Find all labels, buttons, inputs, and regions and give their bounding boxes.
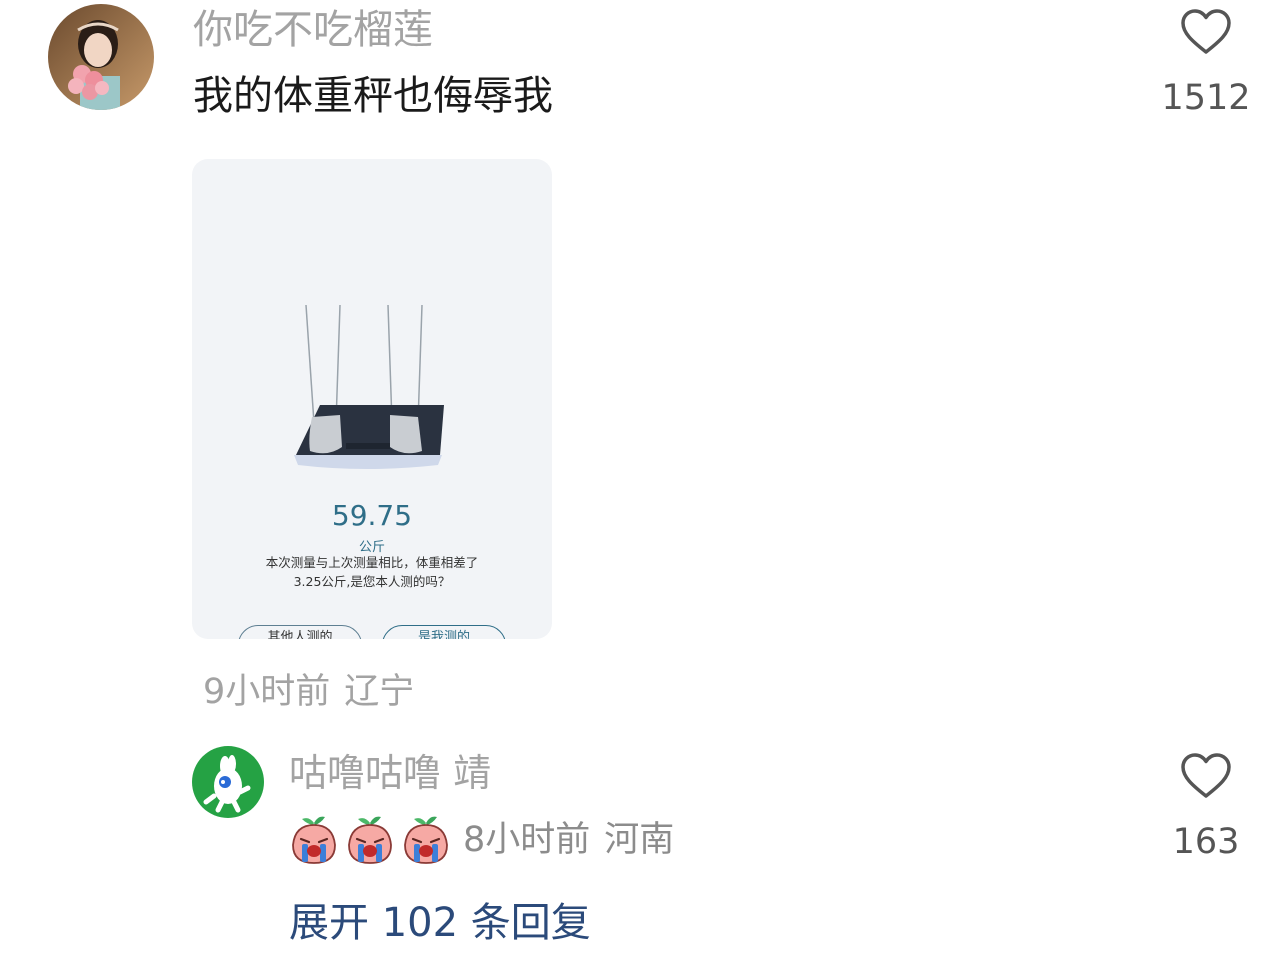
- crying-peach-emoji-icon: [292, 816, 336, 864]
- heart-outline-icon[interactable]: [1180, 8, 1232, 56]
- comment-username[interactable]: 你吃不吃榴莲: [193, 6, 433, 54]
- user-avatar[interactable]: [48, 4, 154, 110]
- heart-outline-icon[interactable]: [1180, 752, 1232, 800]
- avatar-cartoon-icon: [192, 746, 264, 818]
- it-was-me-button: 是我测的: [382, 625, 506, 639]
- comment-location: 辽宁: [344, 672, 415, 712]
- avatar-photo-icon: [48, 4, 154, 110]
- reply-avatar[interactable]: [192, 746, 264, 818]
- comment-thread: 你吃不吃榴莲 我的体重秤也侮辱我 1512 59.75 公斤 本次测量与上次测量…: [0, 0, 1284, 979]
- expand-replies-link[interactable]: 展开 102 条回复: [289, 898, 591, 948]
- reply-like-button[interactable]: 163: [1160, 752, 1252, 862]
- crying-peach-emoji-icon: [348, 816, 392, 864]
- reply-username[interactable]: 咕噜咕噜 靖: [289, 750, 491, 796]
- reply-meta: 8小时前 河南: [463, 818, 674, 862]
- reply-time: 8小时前: [463, 820, 591, 860]
- comment-text: 我的体重秤也侮辱我: [193, 73, 553, 119]
- weight-message: 本次测量与上次测量相比，体重相差了3.25公斤,是您本人测的吗？: [265, 555, 479, 589]
- scale-with-feet-icon: [294, 305, 444, 469]
- crying-peach-emoji-icon: [404, 816, 448, 864]
- weight-value: 59.75: [331, 499, 413, 532]
- reply-location: 河南: [604, 820, 675, 860]
- other-person-button: 其他人测的: [238, 625, 362, 639]
- comment-like-count: 1512: [1161, 78, 1251, 118]
- reply-content: 8小时前 河南: [287, 812, 674, 868]
- comment-meta: 9小时前 辽宁: [203, 670, 414, 714]
- comment-image[interactable]: 59.75 公斤 本次测量与上次测量相比，体重相差了3.25公斤,是您本人测的吗…: [192, 159, 552, 639]
- comment-time: 9小时前: [203, 672, 331, 712]
- reply-like-count: 163: [1172, 822, 1240, 862]
- comment-like-button[interactable]: 1512: [1160, 8, 1252, 118]
